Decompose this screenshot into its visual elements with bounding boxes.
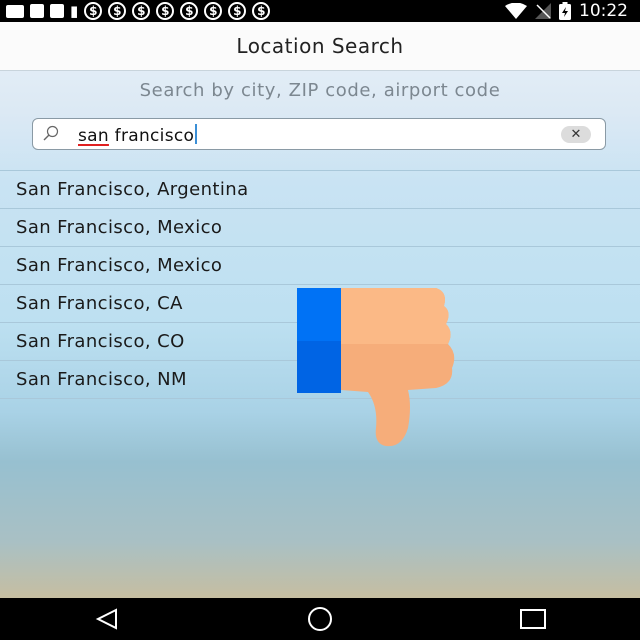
search-hint: Search by city, ZIP code, airport code [139,80,501,101]
signal-off-icon [535,3,551,19]
message-icon [6,0,24,22]
list-item[interactable]: San Francisco, Mexico [0,246,640,284]
flipboard-icon [50,0,64,22]
search-field[interactable]: san francisco ✕ [32,118,606,150]
search-input[interactable]: san francisco [78,124,198,146]
dollar-icon: $ [180,0,199,22]
misspelled-word: san [78,126,109,146]
flipboard-icon [30,0,44,22]
text-caret [195,124,198,144]
back-button[interactable] [77,598,137,640]
dollar-icon: $ [204,0,223,22]
dollar-icon: $ [84,0,103,22]
notification-icon: ▮ [70,1,79,20]
back-icon [95,608,117,630]
search-icon [43,125,59,141]
clock: 10:22 [579,1,628,21]
status-right: 10:22 [505,0,628,22]
list-item[interactable]: San Francisco, Mexico [0,208,640,246]
dollar-icon: $ [228,0,247,22]
dollar-icon: $ [252,0,271,22]
list-item[interactable]: San Francisco, Argentina [0,170,640,208]
recents-icon [520,609,547,629]
status-bar: ▮ $ $ $ $ $ $ $ $ 10:22 [0,0,640,22]
search-value-rest: francisco [108,126,195,146]
close-icon: ✕ [570,127,582,142]
clear-search-button[interactable]: ✕ [561,126,591,143]
dollar-icon: $ [156,0,175,22]
dollar-icon: $ [108,0,127,22]
battery-charging-icon [559,2,571,20]
navigation-bar [0,598,640,640]
notification-icons: ▮ $ $ $ $ $ $ $ $ [0,0,271,22]
home-icon [307,607,332,631]
title-bar: Location Search [0,22,640,71]
recents-button[interactable] [503,598,563,640]
dollar-icon: $ [132,0,151,22]
page-title: Location Search [236,34,404,58]
wifi-icon [505,3,527,19]
home-button[interactable] [290,598,350,640]
thumbs-down-ad-icon[interactable] [296,288,466,448]
